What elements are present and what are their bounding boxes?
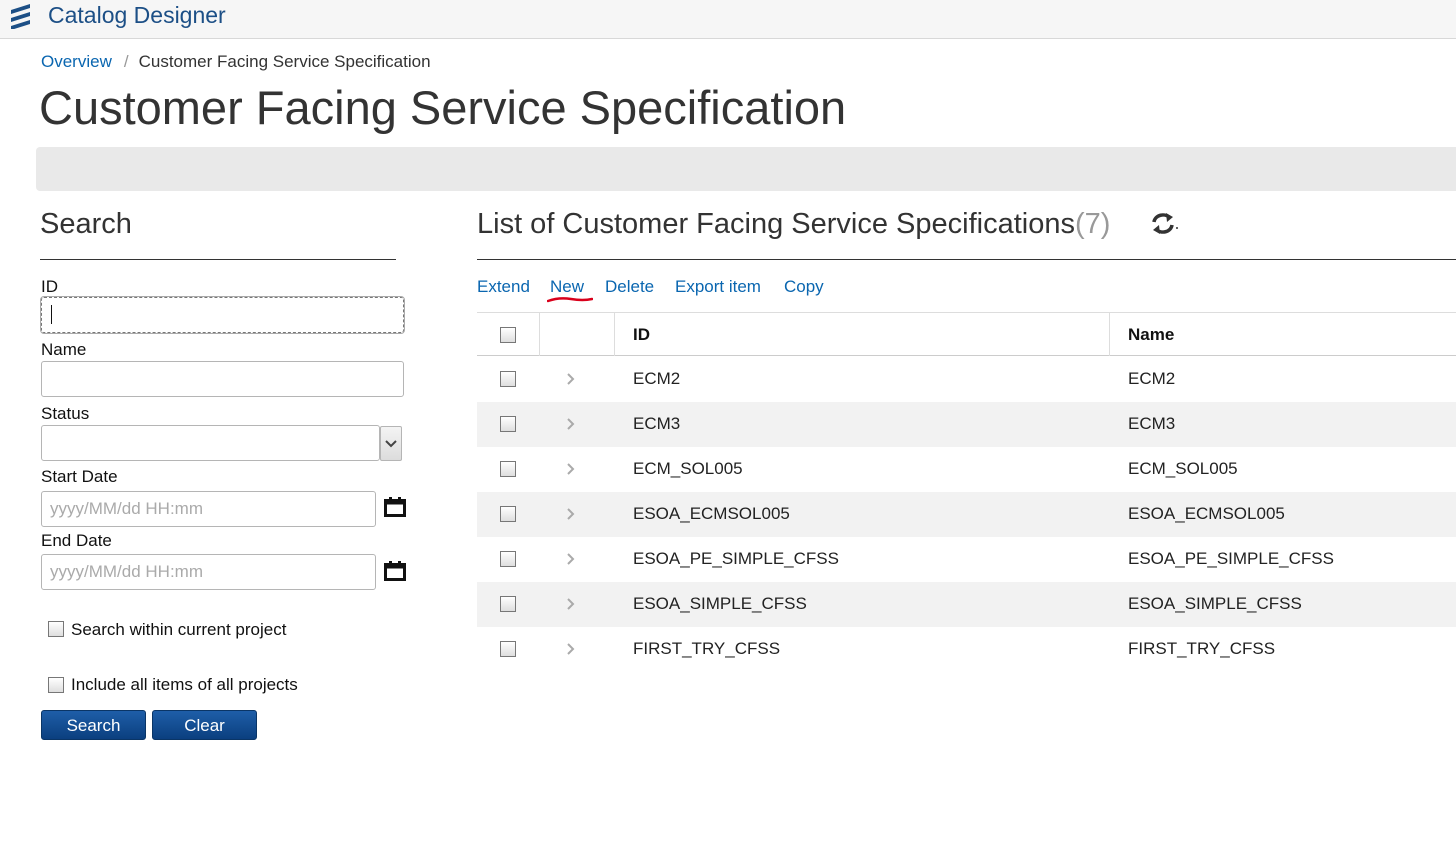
id-label: ID [41, 277, 58, 296]
row-id[interactable]: ECM_SOL005 [633, 459, 743, 479]
row-name: FIRST_TRY_CFSS [1128, 639, 1276, 658]
id-input[interactable] [40, 296, 405, 334]
row-id[interactable]: ECM3 [633, 414, 680, 434]
row-id[interactable]: ECM2 [633, 369, 680, 389]
row-id[interactable]: ESOA_ECMSOL005 [633, 504, 790, 524]
end-date-label: End Date [41, 531, 112, 550]
status-select[interactable] [41, 425, 380, 461]
row-id[interactable]: ESOA_SIMPLE_CFSS [633, 594, 807, 614]
app-header: Catalog Designer [0, 0, 1456, 39]
status-label: Status [41, 404, 90, 423]
row-name: ESOA_SIMPLE_CFSS [1128, 594, 1302, 613]
chevron-right-icon[interactable] [566, 417, 575, 431]
list-title: List of Customer Facing Service Specific… [477, 208, 1110, 241]
clear-button[interactable]: Clear [152, 710, 257, 740]
chevron-right-icon[interactable] [566, 552, 575, 566]
row-checkbox[interactable] [500, 416, 516, 432]
start-date-input[interactable]: yyyy/MM/dd HH:mm [41, 491, 376, 527]
table-row[interactable]: ESOA_PE_SIMPLE_CFSS ESOA_PE_SIMPLE_CFSS [477, 537, 1456, 582]
extend-action[interactable]: Extend [477, 277, 530, 297]
table-row[interactable]: ESOA_ECMSOL005 ESOA_ECMSOL005 [477, 492, 1456, 537]
column-divider [1109, 313, 1110, 356]
search-button[interactable]: Search [41, 710, 146, 740]
row-checkbox[interactable] [500, 506, 516, 522]
list-divider [477, 259, 1456, 260]
new-action[interactable]: New [550, 277, 584, 297]
table-row[interactable]: ECM2 ECM2 [477, 357, 1456, 402]
id-column-header[interactable]: ID [633, 325, 650, 345]
table-header: ID Name [477, 312, 1456, 356]
chevron-right-icon[interactable] [566, 507, 575, 521]
include-all-projects-checkbox[interactable] [48, 677, 64, 693]
text-cursor [51, 305, 52, 324]
refresh-icon[interactable] [1150, 211, 1180, 237]
select-all-checkbox[interactable] [500, 327, 516, 343]
ericsson-logo-icon[interactable] [8, 3, 34, 29]
row-name: ECM_SOL005 [1128, 459, 1238, 478]
search-within-project-checkbox[interactable] [48, 621, 64, 637]
row-checkbox[interactable] [500, 596, 516, 612]
export-item-action[interactable]: Export item [675, 277, 761, 297]
row-checkbox[interactable] [500, 641, 516, 657]
chevron-right-icon[interactable] [566, 372, 575, 386]
breadcrumb-overview-link[interactable]: Overview [41, 52, 112, 71]
row-checkbox[interactable] [500, 551, 516, 567]
end-date-input[interactable]: yyyy/MM/dd HH:mm [41, 554, 376, 590]
delete-action[interactable]: Delete [605, 277, 654, 297]
page-title: Customer Facing Service Specification [39, 81, 847, 134]
row-checkbox[interactable] [500, 461, 516, 477]
row-name: ECM2 [1128, 369, 1176, 388]
column-divider [539, 313, 540, 356]
list-count: (7) [1074, 208, 1111, 240]
search-within-project-label: Search within current project [71, 620, 287, 639]
chevron-down-icon [385, 440, 397, 448]
table-row[interactable]: FIRST_TRY_CFSS FIRST_TRY_CFSS [477, 627, 1456, 672]
start-date-label: Start Date [41, 467, 118, 486]
calendar-icon[interactable] [384, 561, 406, 581]
name-input[interactable] [41, 361, 404, 397]
status-dropdown-button[interactable] [380, 426, 402, 461]
table-row[interactable]: ECM3 ECM3 [477, 402, 1456, 447]
search-heading: Search [40, 208, 132, 240]
table-row[interactable]: ESOA_SIMPLE_CFSS ESOA_SIMPLE_CFSS [477, 582, 1456, 627]
column-divider [614, 313, 615, 356]
name-column-header[interactable]: Name [1128, 325, 1174, 345]
list-title-text: List of Customer Facing Service Specific… [477, 208, 1075, 240]
toolbar-band [36, 147, 1456, 191]
app-title[interactable]: Catalog Designer [48, 2, 226, 29]
breadcrumb-separator: / [123, 52, 129, 71]
row-name: ESOA_ECMSOL005 [1128, 504, 1285, 523]
row-id[interactable]: ESOA_PE_SIMPLE_CFSS [633, 549, 839, 569]
chevron-right-icon[interactable] [566, 597, 575, 611]
row-name: ECM3 [1128, 414, 1176, 433]
row-name: ESOA_PE_SIMPLE_CFSS [1128, 549, 1334, 568]
row-id[interactable]: FIRST_TRY_CFSS [633, 639, 780, 659]
include-all-projects-label: Include all items of all projects [71, 675, 298, 694]
calendar-icon[interactable] [384, 497, 406, 517]
search-divider [40, 259, 396, 260]
chevron-right-icon[interactable] [566, 642, 575, 656]
copy-action[interactable]: Copy [784, 277, 824, 297]
table-row[interactable]: ECM_SOL005 ECM_SOL005 [477, 447, 1456, 492]
name-label: Name [41, 340, 87, 359]
breadcrumb: Overview / Customer Facing Service Specifi… [41, 52, 431, 72]
row-checkbox[interactable] [500, 371, 516, 387]
breadcrumb-current: Customer Facing Service Specification [138, 52, 431, 71]
chevron-right-icon[interactable] [566, 462, 575, 476]
red-underline-annotation [547, 297, 593, 303]
